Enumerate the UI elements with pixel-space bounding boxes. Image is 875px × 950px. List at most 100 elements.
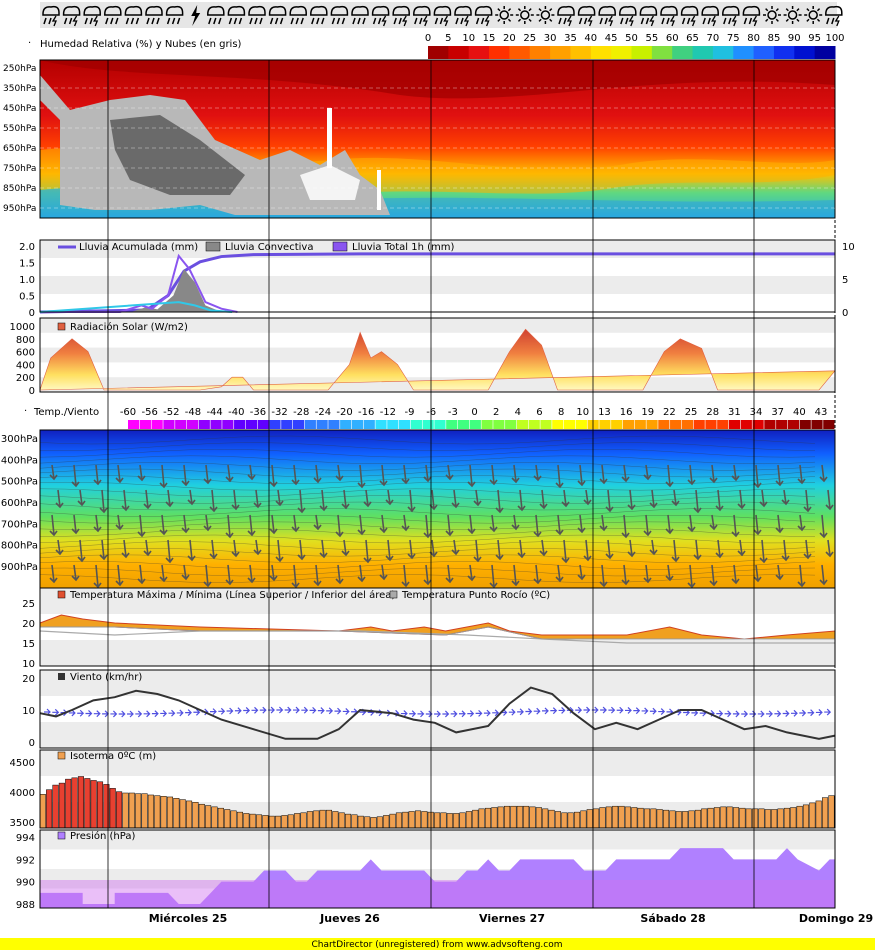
legend-swatch bbox=[428, 46, 449, 59]
isotherm-bar bbox=[287, 814, 294, 829]
isotherm-bar bbox=[739, 807, 746, 829]
wind-direction-arrow bbox=[218, 707, 226, 715]
isotherm-bar bbox=[593, 808, 600, 829]
y-tick-label: 20 bbox=[22, 674, 35, 685]
legend-value: -24 bbox=[315, 407, 331, 418]
isotherm-bar bbox=[211, 806, 218, 829]
y-tick-label: 10 bbox=[842, 242, 855, 253]
isotherm-bar bbox=[414, 810, 422, 829]
legend-value: 8 bbox=[558, 407, 564, 418]
legend-swatch bbox=[434, 420, 446, 429]
legend-value: 10 bbox=[576, 407, 589, 418]
wind-y-axis: 20 10 0 bbox=[22, 674, 35, 749]
legend-value: 5 bbox=[445, 33, 451, 44]
legend-value: 30 bbox=[544, 33, 557, 44]
meteogram: · Humedad Relativa (%) y Nubes (en gris)… bbox=[0, 2, 875, 950]
temp-color-legend bbox=[128, 420, 835, 429]
legend-value: 45 bbox=[605, 33, 618, 44]
pressure-title: Presión (hPa) bbox=[70, 830, 135, 842]
isotherm-bar bbox=[828, 795, 835, 829]
wind-direction-arrow bbox=[492, 709, 500, 717]
legend-swatch bbox=[773, 46, 795, 59]
legend-value: 40 bbox=[584, 33, 597, 44]
legend-swatch bbox=[186, 420, 199, 429]
legend-swatch bbox=[446, 420, 458, 429]
wind-direction-arrow bbox=[160, 710, 168, 717]
wind-direction-arrow bbox=[641, 707, 649, 715]
legend-swatch bbox=[611, 46, 632, 59]
legend-value: 70 bbox=[707, 33, 720, 44]
humidity-panel: · Humedad Relativa (%) y Nubes (en gris)… bbox=[3, 33, 845, 219]
isotherm-legend-swatch bbox=[57, 751, 66, 760]
legend-swatch bbox=[646, 420, 658, 429]
temperature-band bbox=[39, 614, 836, 640]
legend-value: 37 bbox=[771, 407, 784, 418]
legend-swatch bbox=[528, 420, 540, 429]
legend-swatch bbox=[651, 46, 673, 59]
rain-y-axis-right: 10 5 0 bbox=[842, 242, 855, 319]
isotherm-bar bbox=[90, 780, 97, 829]
temp-title: Temp./Viento bbox=[33, 407, 99, 418]
wind-direction-arrow bbox=[542, 707, 549, 715]
isotherm-bar bbox=[319, 809, 326, 829]
temp-y-axis: 300hPa 400hPa 500hPa 600hPa 700hPa 800hPa 900h… bbox=[1, 434, 38, 573]
wind-direction-arrow bbox=[533, 707, 541, 715]
y-tick-label: 400 bbox=[16, 360, 35, 371]
legend-swatch bbox=[481, 420, 493, 429]
isotherm-bar bbox=[147, 794, 154, 829]
y-tick-label: 4000 bbox=[10, 788, 35, 799]
legend-value: 31 bbox=[728, 407, 741, 418]
y-tick-label: 10 bbox=[22, 706, 35, 717]
wind-direction-arrow bbox=[409, 710, 417, 718]
legend-swatch bbox=[692, 46, 714, 59]
legend-swatch bbox=[575, 420, 587, 429]
isotherm-bar bbox=[504, 805, 511, 829]
y-tick-label: 990 bbox=[16, 878, 35, 889]
y-tick-label: 750hPa bbox=[3, 164, 36, 174]
legend-swatch bbox=[210, 420, 222, 429]
legend-swatch bbox=[590, 46, 612, 59]
legend-swatch bbox=[787, 420, 800, 429]
isotherm-bar bbox=[573, 811, 581, 829]
legend-swatch bbox=[631, 46, 653, 59]
isotherm-bar bbox=[122, 792, 129, 829]
legend-swatch bbox=[529, 46, 551, 59]
isotherm-bar bbox=[300, 812, 307, 829]
wind-direction-arrow bbox=[234, 707, 242, 715]
legend-label: Lluvia Total 1h (mm) bbox=[352, 242, 454, 253]
isotherm-bar bbox=[268, 815, 275, 829]
isotherm-bar bbox=[275, 815, 282, 829]
legend-swatch bbox=[516, 420, 529, 429]
pressure-panel: Presión (hPa) 994 992 990 988 bbox=[16, 829, 836, 911]
isotherm-bar bbox=[255, 814, 263, 829]
legend-swatch bbox=[363, 420, 375, 429]
grid-band bbox=[40, 276, 835, 294]
wind-direction-arrow bbox=[342, 708, 350, 715]
legend-swatch bbox=[281, 420, 293, 429]
legend-value: 20 bbox=[503, 33, 516, 44]
isotherm-bar bbox=[281, 815, 288, 829]
wind-direction-arrow bbox=[475, 709, 483, 717]
isotherm-bar bbox=[39, 794, 46, 829]
legend-swatch bbox=[693, 420, 705, 429]
isotherm-bar bbox=[262, 815, 269, 829]
temp-field bbox=[40, 430, 835, 588]
legend-value: 0 bbox=[471, 407, 477, 418]
isotherm-bar bbox=[166, 796, 174, 829]
isotherm-bar bbox=[612, 805, 619, 829]
temp-wind-panel: · Temp./Viento -60 -56 -52 -48 -44 -40 -36 -32-… bbox=[1, 406, 836, 589]
isotherm-bar bbox=[752, 808, 759, 829]
isotherm-bar bbox=[77, 776, 84, 829]
y-tick-label: 992 bbox=[16, 855, 35, 866]
y-tick-label: 3500 bbox=[10, 818, 35, 829]
isotherm-bar bbox=[249, 813, 256, 829]
day-label: Sábado 28 bbox=[640, 912, 705, 925]
legend-swatch bbox=[328, 420, 340, 429]
legend-label: Lluvia Acumulada (mm) bbox=[79, 242, 198, 253]
isotherm-bar bbox=[535, 807, 542, 829]
solar-legend-swatch bbox=[57, 322, 66, 331]
legend-swatch bbox=[198, 420, 210, 429]
legend-value: 50 bbox=[625, 33, 638, 44]
wind-direction-arrow bbox=[625, 707, 632, 714]
wind-direction-arrow bbox=[633, 707, 641, 715]
